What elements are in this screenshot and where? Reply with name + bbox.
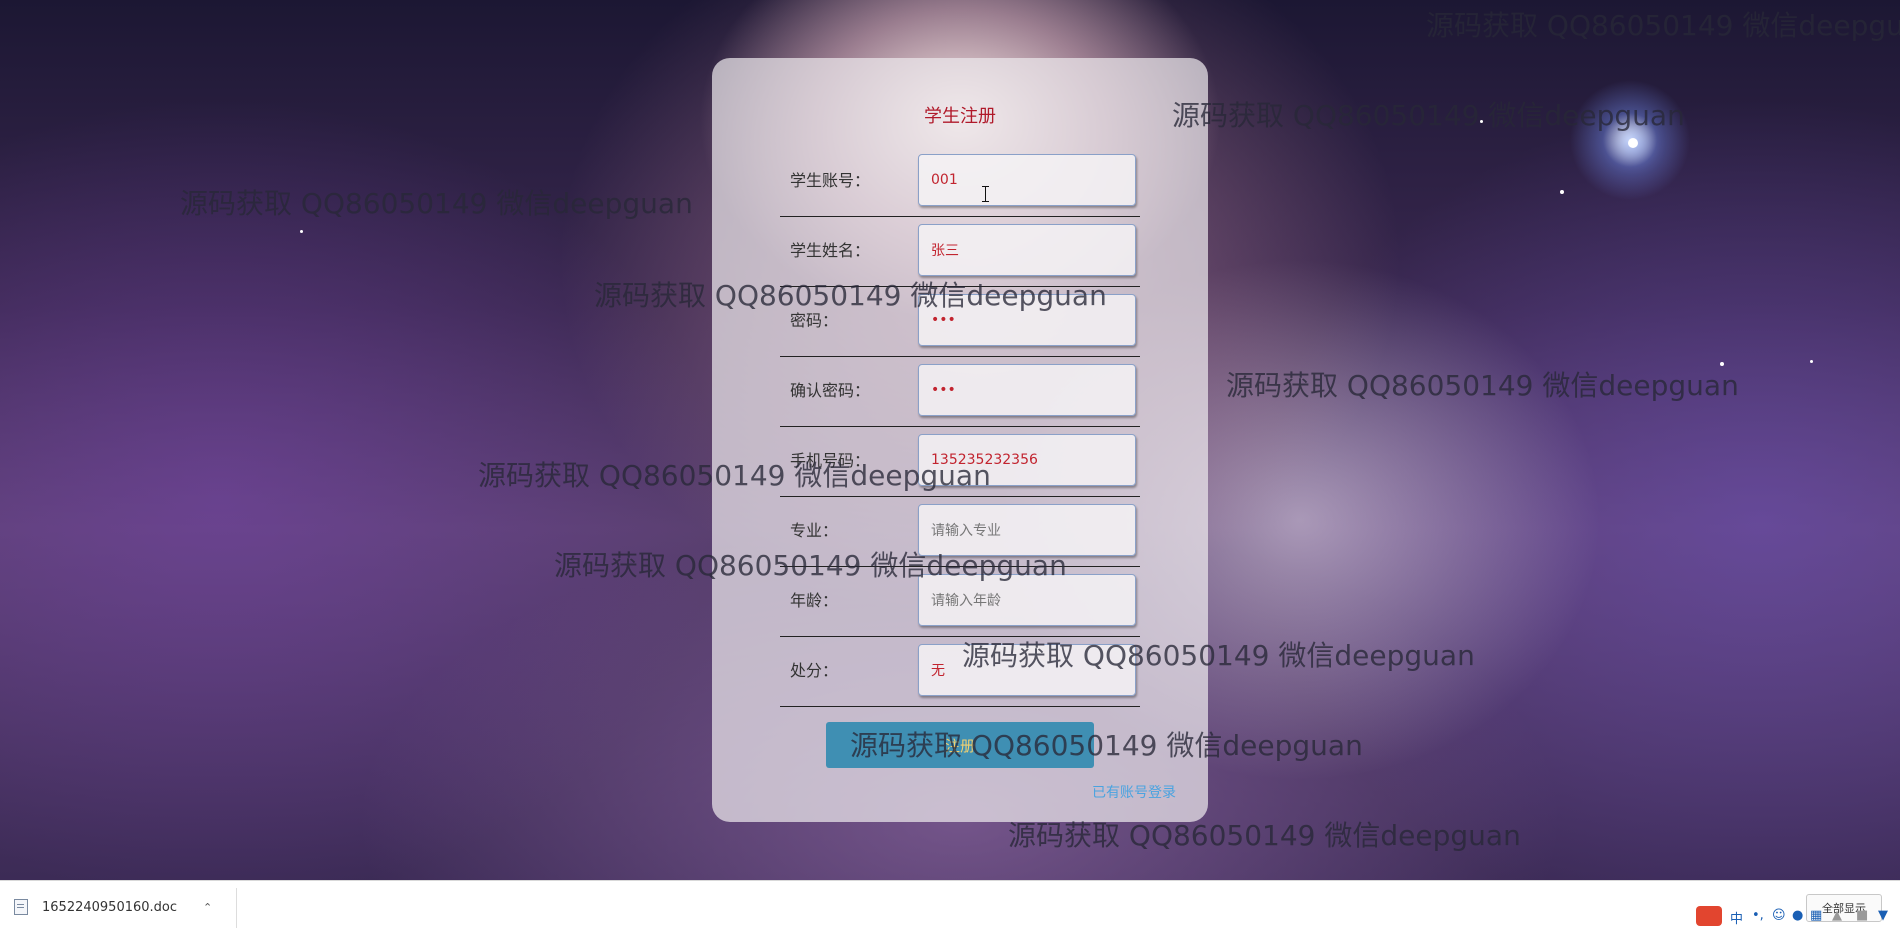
- student-name-input[interactable]: 张三: [918, 224, 1136, 276]
- row-divider: [780, 216, 1140, 217]
- login-link[interactable]: 已有账号登录: [1092, 782, 1176, 802]
- shirt-icon[interactable]: ▼: [1878, 908, 1888, 923]
- ime-language-label[interactable]: 中: [1730, 908, 1743, 927]
- watermark-text: 源码获取 QQ86050149 微信deepguan: [1426, 9, 1900, 42]
- watermark-text: 源码获取 QQ86050149 微信deepguan: [1008, 819, 1521, 852]
- text-cursor-icon: [982, 186, 989, 202]
- field-label: 确认密码：: [790, 381, 871, 400]
- row-divider: [780, 426, 1140, 427]
- form-row-student-id: 学生账号： 001: [780, 154, 1140, 224]
- row-divider: [780, 496, 1140, 497]
- watermark-text: 源码获取 QQ86050149 微信deepguan: [180, 187, 693, 220]
- watermark-text: 源码获取 QQ86050149 微信deepguan: [554, 549, 1067, 582]
- watermark-text: 源码获取 QQ86050149 微信deepguan: [1226, 369, 1739, 402]
- microphone-icon[interactable]: ●: [1792, 908, 1803, 923]
- keyboard-icon[interactable]: ▦: [1810, 908, 1822, 923]
- field-label: 学生姓名：: [790, 241, 871, 260]
- punctuation-icon[interactable]: •,: [1752, 908, 1764, 923]
- page-title: 学生注册: [924, 106, 996, 127]
- download-file-name: 1652240950160.doc: [42, 899, 178, 915]
- watermark-text: 源码获取 QQ86050149 微信deepguan: [1172, 99, 1685, 132]
- confirm-password-input[interactable]: •••: [918, 364, 1136, 416]
- emoji-icon[interactable]: ☺: [1772, 908, 1786, 923]
- watermark-text: 源码获取 QQ86050149 微信deepguan: [850, 729, 1363, 762]
- download-bar: [0, 880, 1900, 933]
- star-decoration: [1560, 190, 1564, 194]
- user-icon[interactable]: ▲: [1832, 908, 1842, 923]
- chevron-up-icon[interactable]: ⌃: [203, 901, 212, 914]
- watermark-text: 源码获取 QQ86050149 微信deepguan: [962, 639, 1475, 672]
- field-label: 学生账号：: [790, 171, 871, 190]
- divider: [236, 888, 237, 928]
- watermark-text: 源码获取 QQ86050149 微信deepguan: [594, 279, 1107, 312]
- skin-icon[interactable]: ■: [1856, 908, 1868, 923]
- star-decoration: [1810, 360, 1813, 363]
- form-row-confirm-password: 确认密码： •••: [780, 364, 1140, 434]
- download-item[interactable]: 1652240950160.doc ⌃: [14, 890, 234, 924]
- watermark-text: 源码获取 QQ86050149 微信deepguan: [478, 459, 991, 492]
- row-divider: [780, 706, 1140, 707]
- sogou-ime-icon[interactable]: [1696, 906, 1722, 926]
- star-decoration: [300, 230, 303, 233]
- star-decoration: [1628, 138, 1638, 148]
- document-icon: [14, 899, 28, 915]
- student-id-input[interactable]: 001: [918, 154, 1136, 206]
- row-divider: [780, 356, 1140, 357]
- field-label: 处分：: [790, 661, 839, 680]
